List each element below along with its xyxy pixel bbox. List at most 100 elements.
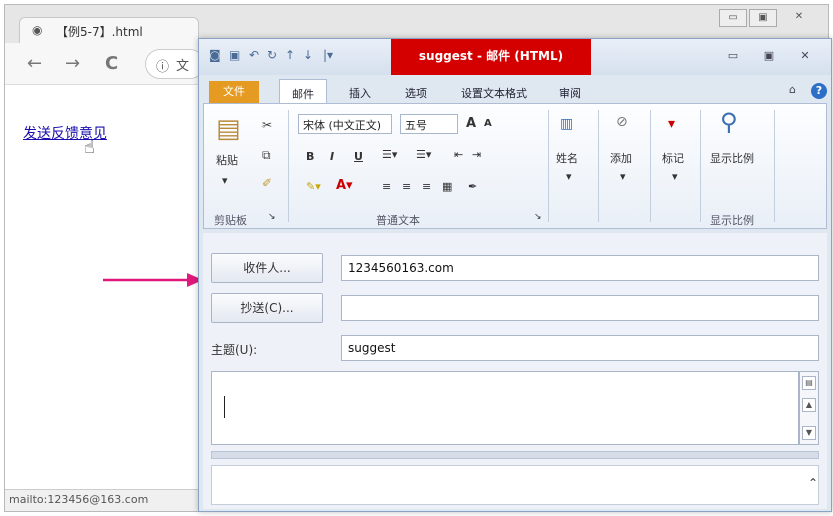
justify-icon[interactable]: ▦ xyxy=(442,180,452,193)
address-text: 文 xyxy=(176,59,190,74)
shrink-font-icon[interactable]: A xyxy=(484,118,492,129)
bold-icon[interactable]: B xyxy=(306,150,314,163)
align-right-icon[interactable]: ≡ xyxy=(422,180,431,193)
flag-dropdown-icon[interactable]: ▾ xyxy=(672,170,678,183)
horizontal-scrollbar[interactable] xyxy=(211,451,819,459)
increase-indent-icon[interactable]: ⇥ xyxy=(472,148,481,161)
mail-window-title: suggest - 邮件 (HTML) xyxy=(391,39,591,75)
paperclip-icon[interactable]: ⊘ xyxy=(616,114,628,130)
zoom-group-label: 显示比例 xyxy=(710,214,754,227)
redo-icon[interactable]: ↻ xyxy=(267,48,277,62)
clear-format-icon[interactable]: ✒ xyxy=(468,180,477,193)
tab-format-text[interactable]: 设置文本格式 xyxy=(461,85,527,101)
divider xyxy=(548,110,549,222)
hand-cursor-icon: ☝ xyxy=(84,137,95,158)
mail-maximize-button[interactable]: ▣ xyxy=(759,49,779,62)
people-pane-bar: ⌃ xyxy=(211,465,819,505)
save-icon[interactable]: ▣ xyxy=(229,48,240,62)
names-dropdown-icon[interactable]: ▾ xyxy=(566,170,572,183)
tab-review[interactable]: 审阅 xyxy=(559,85,581,101)
to-field[interactable]: 1234560163.com xyxy=(341,255,819,281)
align-center-icon[interactable]: ≡ xyxy=(402,180,411,193)
grow-font-icon[interactable]: A xyxy=(466,116,476,131)
status-bar: mailto:123456@163.com xyxy=(5,489,199,511)
info-icon: ⓘ xyxy=(156,60,170,75)
to-button[interactable]: 收件人... xyxy=(211,253,323,283)
decrease-indent-icon[interactable]: ⇤ xyxy=(454,148,463,161)
divider xyxy=(774,110,775,222)
subject-label: 主题(U): xyxy=(211,343,258,357)
minimize-button[interactable]: ▭ xyxy=(719,9,747,27)
numbering-icon[interactable]: ☰▾ xyxy=(416,148,431,161)
address-bar[interactable]: ⓘ 文 xyxy=(145,49,205,79)
divider xyxy=(288,110,289,222)
italic-icon[interactable]: I xyxy=(330,150,334,163)
flag-icon[interactable]: ▾ xyxy=(668,116,675,132)
scroll-up-icon[interactable]: ▲ xyxy=(802,398,816,412)
attach-dropdown-icon[interactable]: ▾ xyxy=(620,170,626,183)
attach-label[interactable]: 添加 xyxy=(610,150,632,166)
customize-qat-icon[interactable]: |▾ xyxy=(323,48,333,62)
bullets-icon[interactable]: ☰▾ xyxy=(382,148,397,161)
down-icon[interactable]: ↓ xyxy=(303,48,313,62)
font-launcher-icon[interactable]: ↘ xyxy=(534,212,542,222)
subject-field[interactable]: suggest xyxy=(341,335,819,361)
pointer-arrow xyxy=(103,273,203,287)
paste-label[interactable]: 粘贴 xyxy=(216,152,238,168)
status-text: mailto:123456@163.com xyxy=(9,493,149,506)
help-icon[interactable]: ? xyxy=(811,83,827,99)
mail-titlebar: ◙ ▣ ↶ ↻ ↑ ↓ |▾ suggest - 邮件 (HTML) ▭ ▣ ✕ xyxy=(199,39,831,75)
tab-options[interactable]: 选项 xyxy=(405,85,427,101)
compose-form: 收件人... 1234560163.com 抄送(C)... 主题(U): su… xyxy=(203,233,827,509)
forward-icon[interactable]: → xyxy=(65,53,80,74)
close-button[interactable]: ✕ xyxy=(785,9,813,27)
tab-title: 【例5-7】.html xyxy=(56,25,143,39)
message-body[interactable] xyxy=(211,371,799,445)
flag-label[interactable]: 标记 xyxy=(662,150,684,166)
address-book-icon[interactable]: ▥ xyxy=(560,116,573,132)
zoom-label[interactable]: 显示比例 xyxy=(710,150,754,166)
globe-icon: ◉ xyxy=(32,23,43,37)
undo-icon[interactable]: ↶ xyxy=(249,48,259,62)
copy-icon[interactable]: ⧉ xyxy=(262,148,271,163)
align-left-icon[interactable]: ≡ xyxy=(382,180,391,193)
paste-icon[interactable]: ▤ xyxy=(216,114,241,144)
names-label[interactable]: 姓名 xyxy=(556,150,578,166)
ribbon: ▤ 粘贴 ▾ ✂ ⧉ ✐ 剪贴板 ↘ 宋体 (中文正文) 五号 A A B I … xyxy=(203,103,827,229)
font-size-select[interactable]: 五号 xyxy=(400,114,458,134)
paste-dropdown-icon[interactable]: ▾ xyxy=(222,174,228,187)
font-size-value: 五号 xyxy=(405,119,427,132)
zoom-icon[interactable]: ⚲ xyxy=(720,108,738,136)
highlight-icon[interactable]: ✎▾ xyxy=(306,180,321,193)
clipboard-launcher-icon[interactable]: ↘ xyxy=(268,212,276,222)
minimize-ribbon-icon[interactable]: ⌂ xyxy=(789,83,796,96)
back-icon[interactable]: ← xyxy=(27,53,42,74)
cc-button[interactable]: 抄送(C)... xyxy=(211,293,323,323)
vertical-scrollbar[interactable]: ▤ ▲ ▼ xyxy=(799,371,819,445)
reload-icon[interactable]: C xyxy=(105,53,118,74)
cut-icon[interactable]: ✂ xyxy=(262,118,272,132)
outlook-icon: ◙ xyxy=(209,48,221,62)
cc-field[interactable] xyxy=(341,295,819,321)
scroll-down-icon[interactable]: ▼ xyxy=(802,426,816,440)
basic-text-group-label: 普通文本 xyxy=(376,214,420,227)
tab-mail[interactable]: 邮件 xyxy=(279,79,327,104)
format-painter-icon[interactable]: ✐ xyxy=(262,176,272,190)
mail-minimize-button[interactable]: ▭ xyxy=(723,49,743,62)
mail-close-button[interactable]: ✕ xyxy=(795,49,815,62)
window-controls: ▭ ▣ ✕ xyxy=(715,9,825,29)
divider xyxy=(598,110,599,222)
font-name-select[interactable]: 宋体 (中文正文) xyxy=(298,114,392,134)
tab-mail-label: 邮件 xyxy=(292,88,314,101)
up-icon[interactable]: ↑ xyxy=(285,48,295,62)
font-color-icon[interactable]: A▾ xyxy=(336,178,353,193)
ruler-icon[interactable]: ▤ xyxy=(802,376,816,390)
to-value: 1234560163.com xyxy=(348,261,454,275)
tab-file[interactable]: 文件 xyxy=(209,81,259,103)
clipboard-group-label: 剪贴板 xyxy=(214,214,247,227)
browser-tab[interactable]: ◉ 【例5-7】.html xyxy=(19,17,199,43)
expand-up-icon[interactable]: ⌃ xyxy=(808,476,818,490)
maximize-button[interactable]: ▣ xyxy=(749,9,777,27)
tab-insert[interactable]: 插入 xyxy=(349,85,371,101)
underline-icon[interactable]: U xyxy=(354,150,363,163)
